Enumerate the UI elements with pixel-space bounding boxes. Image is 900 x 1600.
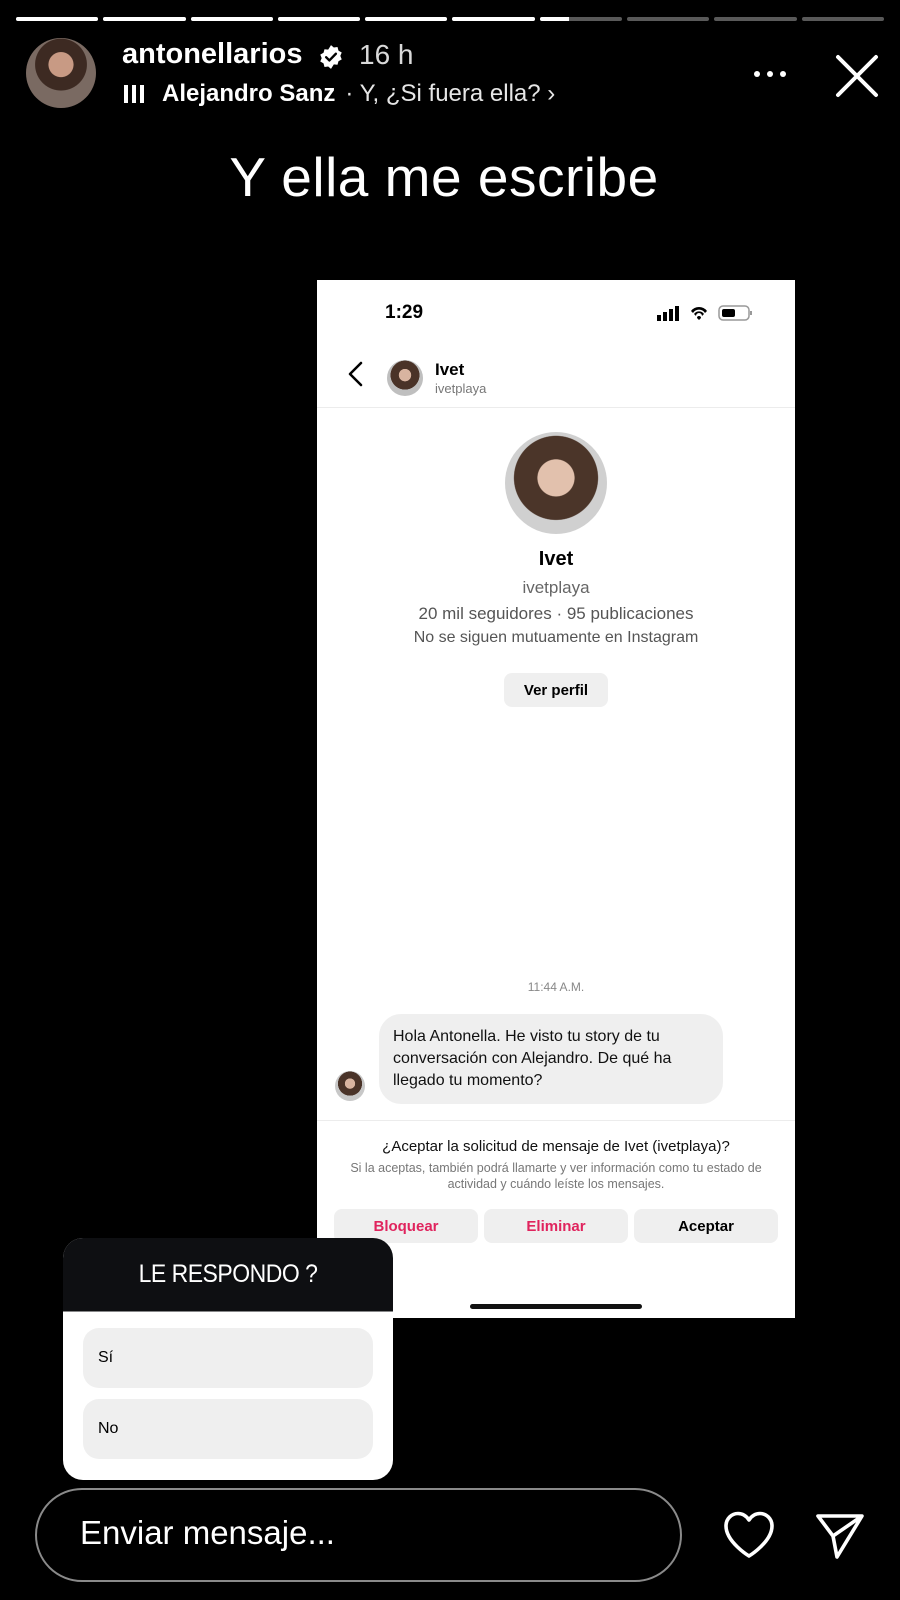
music-bars-icon <box>124 85 146 103</box>
story-caption: Y ella me escribe <box>229 146 659 208</box>
paper-plane-icon[interactable] <box>815 1512 865 1560</box>
progress-segment <box>539 17 623 21</box>
progress-segment <box>16 17 99 21</box>
progress-segment <box>277 17 361 21</box>
mutual-follow-text: No se siguen mutuamente en Instagram <box>413 629 699 646</box>
profile-name: Ivet <box>538 548 574 570</box>
progress-segment <box>627 17 710 21</box>
heart-icon[interactable] <box>722 1510 776 1560</box>
message-bubble: Hola Antonella. He visto tu story de tu … <box>379 1014 723 1104</box>
progress-fill <box>365 17 448 21</box>
avatar[interactable] <box>26 38 96 108</box>
back-icon[interactable] <box>345 360 367 388</box>
divider <box>317 1120 795 1121</box>
poll-question: LE RESPONDO ? <box>63 1238 393 1312</box>
poll-option-no[interactable]: No <box>83 1399 373 1459</box>
profile-stats: 20 mil seguidores · 95 publicaciones <box>418 604 694 623</box>
progress-segment <box>103 17 186 21</box>
music-attribution[interactable]: Alejandro Sanz · Y, ¿Si fuera ella? › <box>124 80 555 108</box>
request-description: Si la aceptas, también podrá llamarte y … <box>350 1161 762 1191</box>
more-horizontal-icon[interactable] <box>750 64 790 84</box>
chat-avatar[interactable] <box>387 360 423 396</box>
progress-fill <box>277 17 361 21</box>
close-icon[interactable] <box>834 53 880 99</box>
verified-badge-icon <box>320 45 342 69</box>
chat-handle: ivetplaya <box>435 381 487 396</box>
progress-segment <box>452 17 535 21</box>
story-progress-bar <box>16 17 884 21</box>
progress-segment <box>801 17 884 21</box>
divider <box>317 407 795 408</box>
message-timestamp: 11:44 A.M. <box>527 980 585 994</box>
embedded-screenshot: 1:29 Ivet ivetplaya Ivet ivetplaya 20 mi… <box>317 280 795 1318</box>
profile-handle: ivetplaya <box>522 578 590 597</box>
status-icons <box>657 305 752 321</box>
chat-name[interactable]: Ivet <box>435 360 464 380</box>
username[interactable]: antonellarios <box>122 38 303 71</box>
progress-fill <box>452 17 535 21</box>
poll-option-yes[interactable]: Sí <box>83 1328 373 1388</box>
request-actions: Bloquear Eliminar Aceptar <box>334 1209 778 1243</box>
post-time: 16 h <box>359 39 414 70</box>
sender-avatar <box>335 1071 365 1101</box>
message-placeholder: Enviar mensaje... <box>80 1514 335 1551</box>
view-profile-button[interactable]: Ver perfil <box>504 673 608 707</box>
status-time: 1:29 <box>385 302 424 323</box>
delete-button[interactable]: Eliminar <box>484 1209 628 1243</box>
poll-sticker: LE RESPONDO ? Sí No <box>63 1238 393 1480</box>
progress-fill <box>190 17 273 21</box>
progress-fill <box>539 17 569 21</box>
progress-fill <box>16 17 99 21</box>
music-artist: Alejandro Sanz <box>162 80 336 107</box>
profile-avatar[interactable] <box>505 432 607 534</box>
progress-fill <box>103 17 186 21</box>
progress-segment <box>365 17 448 21</box>
progress-segment <box>714 17 797 21</box>
home-indicator <box>470 1304 642 1309</box>
accept-button[interactable]: Aceptar <box>634 1209 778 1243</box>
music-song: · Y, ¿Si fuera ella? › <box>345 80 556 107</box>
request-title: ¿Aceptar la solicitud de mensaje de Ivet… <box>382 1138 730 1155</box>
progress-segment <box>190 17 273 21</box>
